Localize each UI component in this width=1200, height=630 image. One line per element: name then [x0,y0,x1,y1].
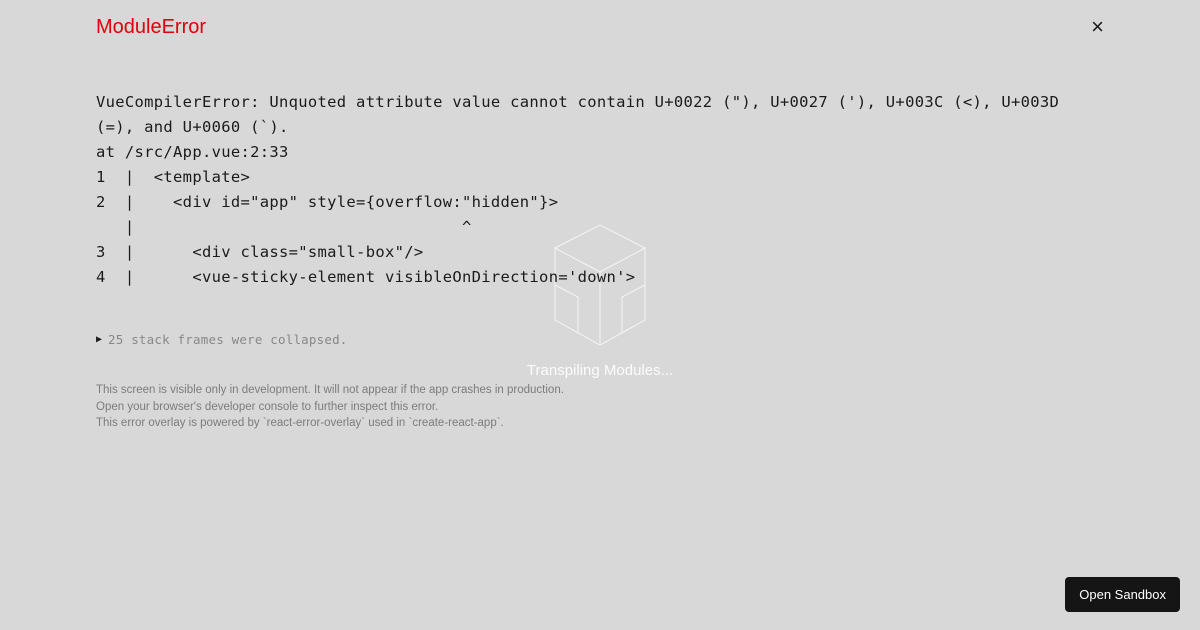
footer-line: This error overlay is powered by `react-… [96,415,1104,432]
code-line: 3 | <div class="small-box"/> [96,243,423,261]
error-message-line: VueCompilerError: Unquoted attribute val… [96,93,1059,111]
stack-frames-label: 25 stack frames were collapsed. [108,332,348,347]
open-sandbox-button[interactable]: Open Sandbox [1065,577,1180,612]
footer-notes: This screen is visible only in developme… [96,382,1104,432]
error-header: ModuleError × [96,14,1104,40]
close-icon: × [1091,14,1104,39]
footer-line: Open your browser's developer console to… [96,399,1104,416]
code-line: 2 | <div id="app" style={overflow:"hidde… [96,193,558,211]
error-message-block: VueCompilerError: Unquoted attribute val… [96,90,1104,290]
stack-frames-toggle[interactable]: ▶ 25 stack frames were collapsed. [96,332,1104,347]
caret-line: | ^ [96,218,472,236]
open-sandbox-label: Open Sandbox [1079,587,1166,602]
error-overlay: ModuleError × VueCompilerError: Unquoted… [0,0,1200,630]
error-message-line: (=), and U+0060 (`). [96,118,289,136]
code-line: 1 | <template> [96,168,250,186]
error-location: at /src/App.vue:2:33 [96,143,289,161]
error-title: ModuleError [96,16,206,39]
code-line: 4 | <vue-sticky-element visibleOnDirecti… [96,268,635,286]
expand-triangle-icon: ▶ [96,334,102,345]
footer-line: This screen is visible only in developme… [96,382,1104,399]
close-button[interactable]: × [1091,14,1104,40]
